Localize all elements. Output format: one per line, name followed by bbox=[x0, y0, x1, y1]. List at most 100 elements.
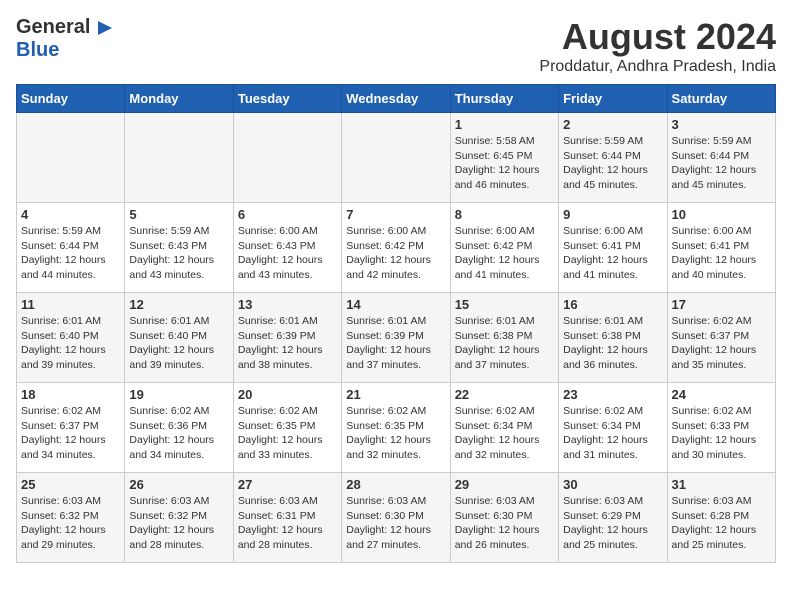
day-detail: Sunrise: 6:00 AM Sunset: 6:42 PM Dayligh… bbox=[346, 224, 445, 283]
day-detail: Sunrise: 6:01 AM Sunset: 6:38 PM Dayligh… bbox=[563, 314, 662, 373]
day-number: 13 bbox=[238, 297, 337, 312]
title-area: August 2024 Proddatur, Andhra Pradesh, I… bbox=[539, 16, 776, 76]
day-detail: Sunrise: 6:00 AM Sunset: 6:43 PM Dayligh… bbox=[238, 224, 337, 283]
day-number: 19 bbox=[129, 387, 228, 402]
day-number: 2 bbox=[563, 117, 662, 132]
day-detail: Sunrise: 6:00 AM Sunset: 6:41 PM Dayligh… bbox=[563, 224, 662, 283]
day-cell: 6 Sunrise: 6:00 AM Sunset: 6:43 PM Daylig… bbox=[233, 203, 341, 293]
main-title: August 2024 bbox=[539, 16, 776, 58]
day-number: 3 bbox=[672, 117, 771, 132]
day-cell: 24Sunrise: 6:02 AM Sunset: 6:33 PM Dayli… bbox=[667, 383, 775, 473]
day-cell: 22 Sunrise: 6:02 AM Sunset: 6:34 PM Dayli… bbox=[450, 383, 558, 473]
day-detail: Sunrise: 6:01 AM Sunset: 6:40 PM Dayligh… bbox=[129, 314, 228, 373]
day-detail: Sunrise: 6:00 AM Sunset: 6:41 PM Dayligh… bbox=[672, 224, 771, 283]
day-number: 26 bbox=[129, 477, 228, 492]
day-cell: 4 Sunrise: 5:59 AM Sunset: 6:44 PM Daylig… bbox=[17, 203, 125, 293]
day-header-thursday: Thursday bbox=[450, 85, 558, 113]
day-detail: Sunrise: 5:58 AM Sunset: 6:45 PM Dayligh… bbox=[455, 134, 554, 193]
logo-blue-text: Blue bbox=[16, 39, 59, 61]
day-detail: Sunrise: 6:03 AM Sunset: 6:28 PM Dayligh… bbox=[672, 494, 771, 553]
day-cell: 5Sunrise: 5:59 AM Sunset: 6:43 PM Daylig… bbox=[125, 203, 233, 293]
day-detail: Sunrise: 6:02 AM Sunset: 6:36 PM Dayligh… bbox=[129, 404, 228, 463]
logo-general-text: General bbox=[16, 16, 90, 39]
day-number: 21 bbox=[346, 387, 445, 402]
day-cell: 11 Sunrise: 6:01 AM Sunset: 6:40 PM Dayli… bbox=[17, 293, 125, 383]
day-detail: Sunrise: 6:02 AM Sunset: 6:34 PM Dayligh… bbox=[563, 404, 662, 463]
day-number: 9 bbox=[563, 207, 662, 222]
calendar-header-row: SundayMondayTuesdayWednesdayThursdayFrid… bbox=[17, 85, 776, 113]
day-detail: Sunrise: 6:01 AM Sunset: 6:39 PM Dayligh… bbox=[238, 314, 337, 373]
day-number: 1 bbox=[455, 117, 554, 132]
day-detail: Sunrise: 6:03 AM Sunset: 6:32 PM Dayligh… bbox=[21, 494, 120, 553]
day-number: 16 bbox=[563, 297, 662, 312]
day-detail: Sunrise: 6:02 AM Sunset: 6:34 PM Dayligh… bbox=[455, 404, 554, 463]
day-number: 23 bbox=[563, 387, 662, 402]
day-cell: 31Sunrise: 6:03 AM Sunset: 6:28 PM Dayli… bbox=[667, 473, 775, 563]
day-detail: Sunrise: 6:00 AM Sunset: 6:42 PM Dayligh… bbox=[455, 224, 554, 283]
day-cell bbox=[17, 113, 125, 203]
day-cell: 17 Sunrise: 6:02 AM Sunset: 6:37 PM Dayli… bbox=[667, 293, 775, 383]
day-detail: Sunrise: 6:03 AM Sunset: 6:32 PM Dayligh… bbox=[129, 494, 228, 553]
day-cell: 30 Sunrise: 6:03 AM Sunset: 6:29 PM Dayli… bbox=[559, 473, 667, 563]
day-cell: 16 Sunrise: 6:01 AM Sunset: 6:38 PM Dayli… bbox=[559, 293, 667, 383]
week-row-2: 4 Sunrise: 5:59 AM Sunset: 6:44 PM Daylig… bbox=[17, 203, 776, 293]
subtitle: Proddatur, Andhra Pradesh, India bbox=[539, 58, 776, 76]
day-detail: Sunrise: 6:01 AM Sunset: 6:40 PM Dayligh… bbox=[21, 314, 120, 373]
day-cell: 26 Sunrise: 6:03 AM Sunset: 6:32 PM Dayli… bbox=[125, 473, 233, 563]
day-cell: 8 Sunrise: 6:00 AM Sunset: 6:42 PM Daylig… bbox=[450, 203, 558, 293]
day-number: 4 bbox=[21, 207, 120, 222]
day-cell bbox=[342, 113, 450, 203]
day-detail: Sunrise: 6:01 AM Sunset: 6:39 PM Dayligh… bbox=[346, 314, 445, 373]
day-cell: 10 Sunrise: 6:00 AM Sunset: 6:41 PM Dayli… bbox=[667, 203, 775, 293]
day-number: 25 bbox=[21, 477, 120, 492]
day-number: 28 bbox=[346, 477, 445, 492]
day-detail: Sunrise: 5:59 AM Sunset: 6:44 PM Dayligh… bbox=[21, 224, 120, 283]
day-header-friday: Friday bbox=[559, 85, 667, 113]
day-number: 18 bbox=[21, 387, 120, 402]
day-cell: 13 Sunrise: 6:01 AM Sunset: 6:39 PM Dayli… bbox=[233, 293, 341, 383]
day-detail: Sunrise: 6:01 AM Sunset: 6:38 PM Dayligh… bbox=[455, 314, 554, 373]
week-row-5: 25 Sunrise: 6:03 AM Sunset: 6:32 PM Dayli… bbox=[17, 473, 776, 563]
day-cell: 27 Sunrise: 6:03 AM Sunset: 6:31 PM Dayli… bbox=[233, 473, 341, 563]
day-number: 27 bbox=[238, 477, 337, 492]
day-cell: 9 Sunrise: 6:00 AM Sunset: 6:41 PM Daylig… bbox=[559, 203, 667, 293]
day-detail: Sunrise: 6:02 AM Sunset: 6:35 PM Dayligh… bbox=[346, 404, 445, 463]
day-detail: Sunrise: 6:02 AM Sunset: 6:37 PM Dayligh… bbox=[672, 314, 771, 373]
day-detail: Sunrise: 6:03 AM Sunset: 6:30 PM Dayligh… bbox=[455, 494, 554, 553]
day-number: 10 bbox=[672, 207, 771, 222]
day-header-tuesday: Tuesday bbox=[233, 85, 341, 113]
day-detail: Sunrise: 6:03 AM Sunset: 6:31 PM Dayligh… bbox=[238, 494, 337, 553]
day-cell: 21 Sunrise: 6:02 AM Sunset: 6:35 PM Dayli… bbox=[342, 383, 450, 473]
day-number: 5 bbox=[129, 207, 228, 222]
week-row-1: 1 Sunrise: 5:58 AM Sunset: 6:45 PM Daylig… bbox=[17, 113, 776, 203]
day-cell: 20Sunrise: 6:02 AM Sunset: 6:35 PM Dayli… bbox=[233, 383, 341, 473]
day-detail: Sunrise: 6:03 AM Sunset: 6:29 PM Dayligh… bbox=[563, 494, 662, 553]
day-cell: 3 Sunrise: 5:59 AM Sunset: 6:44 PM Daylig… bbox=[667, 113, 775, 203]
day-cell: 15 Sunrise: 6:01 AM Sunset: 6:38 PM Dayli… bbox=[450, 293, 558, 383]
day-detail: Sunrise: 5:59 AM Sunset: 6:44 PM Dayligh… bbox=[672, 134, 771, 193]
day-cell: 1 Sunrise: 5:58 AM Sunset: 6:45 PM Daylig… bbox=[450, 113, 558, 203]
day-number: 6 bbox=[238, 207, 337, 222]
day-detail: Sunrise: 6:03 AM Sunset: 6:30 PM Dayligh… bbox=[346, 494, 445, 553]
day-number: 15 bbox=[455, 297, 554, 312]
day-number: 22 bbox=[455, 387, 554, 402]
calendar-table: SundayMondayTuesdayWednesdayThursdayFrid… bbox=[16, 84, 776, 563]
day-number: 7 bbox=[346, 207, 445, 222]
day-detail: Sunrise: 6:02 AM Sunset: 6:35 PM Dayligh… bbox=[238, 404, 337, 463]
day-cell bbox=[125, 113, 233, 203]
day-number: 14 bbox=[346, 297, 445, 312]
day-number: 8 bbox=[455, 207, 554, 222]
day-cell: 23 Sunrise: 6:02 AM Sunset: 6:34 PM Dayli… bbox=[559, 383, 667, 473]
day-number: 30 bbox=[563, 477, 662, 492]
logo: General Blue bbox=[16, 16, 116, 62]
day-cell: 19 Sunrise: 6:02 AM Sunset: 6:36 PM Dayli… bbox=[125, 383, 233, 473]
day-number: 24 bbox=[672, 387, 771, 402]
day-number: 17 bbox=[672, 297, 771, 312]
day-number: 12 bbox=[129, 297, 228, 312]
day-cell bbox=[233, 113, 341, 203]
day-cell: 25 Sunrise: 6:03 AM Sunset: 6:32 PM Dayli… bbox=[17, 473, 125, 563]
day-cell: 12 Sunrise: 6:01 AM Sunset: 6:40 PM Dayli… bbox=[125, 293, 233, 383]
day-number: 11 bbox=[21, 297, 120, 312]
day-header-saturday: Saturday bbox=[667, 85, 775, 113]
day-detail: Sunrise: 6:02 AM Sunset: 6:37 PM Dayligh… bbox=[21, 404, 120, 463]
